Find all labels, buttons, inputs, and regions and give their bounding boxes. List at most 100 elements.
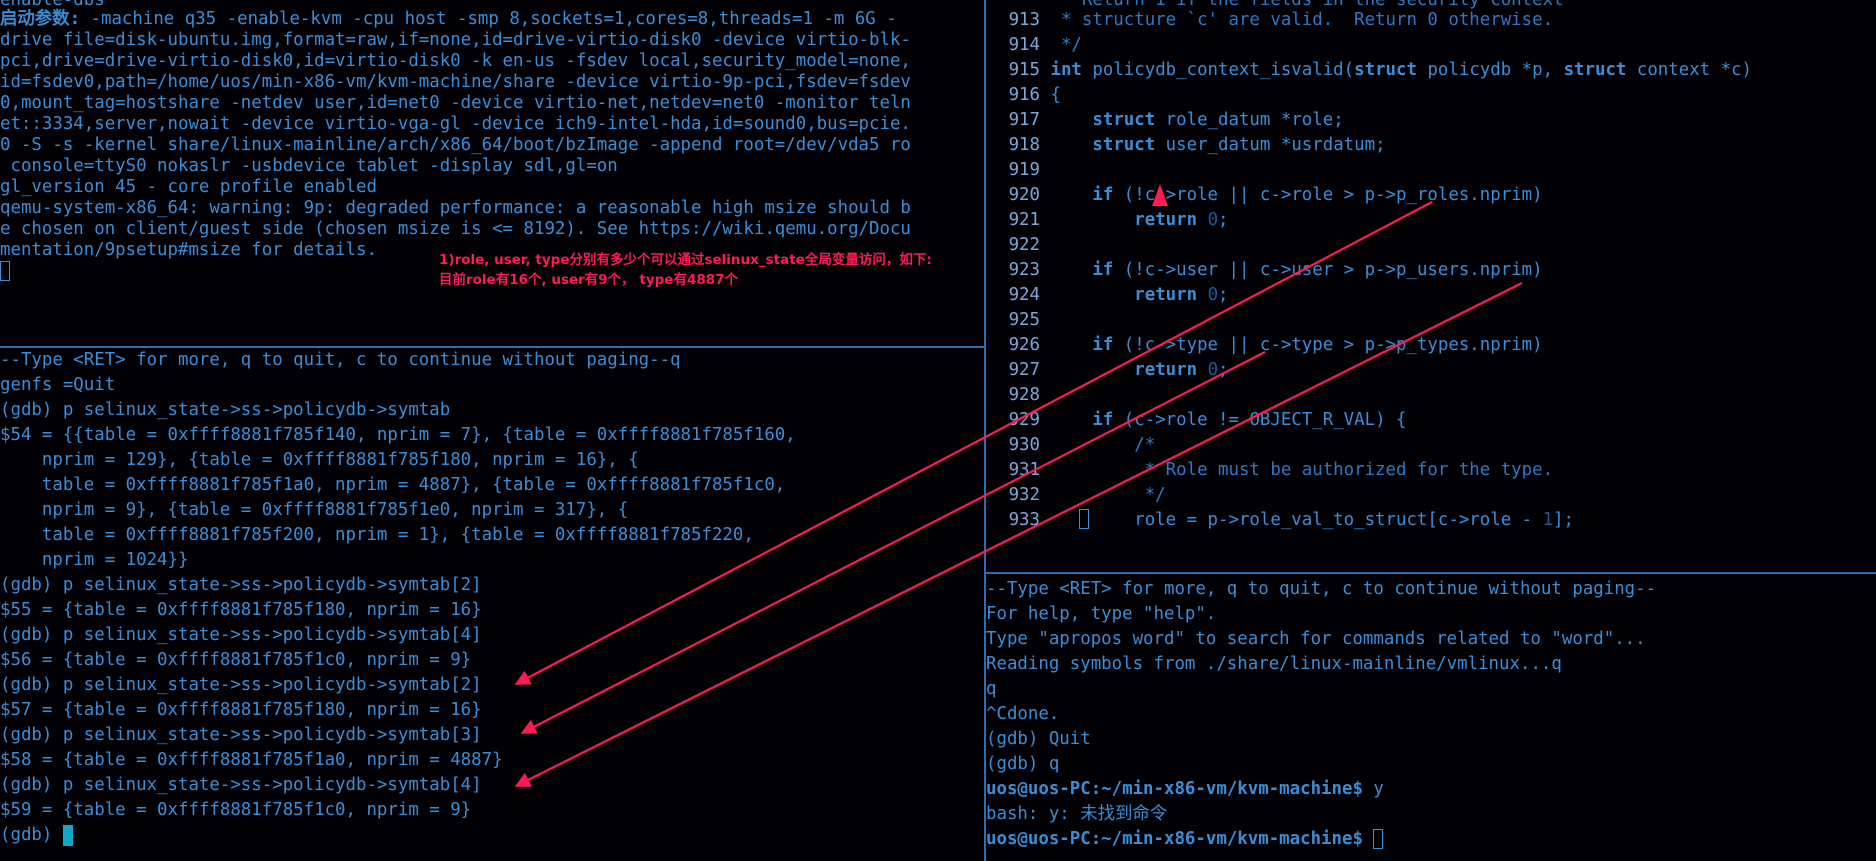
gdb-command-line: (gdb) p selinux_state->ss->policydb->sym…	[0, 725, 482, 745]
code-line: 918 struct user_datum *usrdatum;	[986, 133, 1876, 158]
code-text: /*	[1050, 435, 1156, 455]
code-line: 932 */	[986, 483, 1876, 508]
gdb-output-line: table = 0xffff8881f785f200, nprim = 1}, …	[0, 525, 754, 545]
gdb-output-line: nprim = 129}, {table = 0xffff8881f785f18…	[0, 450, 639, 470]
gdb-output-line: nprim = 1024}}	[0, 550, 189, 570]
gdb-output-line: nprim = 9}, {table = 0xffff8881f785f1e0,…	[0, 500, 629, 520]
shell-prompt-line: uos@uos-PC:~/min-x86-vm/kvm-machine$ y	[986, 779, 1384, 799]
line-number: 914	[1008, 35, 1040, 55]
code-text: struct user_datum *usrdatum;	[1092, 135, 1386, 155]
line-number: 930	[1008, 435, 1040, 455]
code-text: return 0;	[1134, 210, 1229, 230]
terminal-line: (gdb) q	[986, 754, 1060, 774]
terminal-pane-qemu[interactable]: enable-dbs 启动参数: -machine q35 -enable-kv…	[0, 0, 984, 346]
terminal-pane-source-code[interactable]: 912 * Return 1 if the fields in the secu…	[986, 0, 1876, 572]
terminal-cursor	[1373, 829, 1384, 849]
code-line: 931 * Role must be authorized for the ty…	[986, 458, 1876, 483]
line-number: 929	[1008, 410, 1040, 430]
code-line: 925	[986, 308, 1876, 333]
code-text: if (!c->role || c->role > p->p_roles.npr…	[1092, 185, 1543, 205]
gdb-command-line: (gdb) p selinux_state->ss->policydb->sym…	[0, 400, 451, 420]
line-number: 922	[1008, 235, 1040, 255]
gdb-output-line: $54 = {{table = 0xffff8881f785f140, npri…	[0, 425, 796, 445]
code-text: */	[1050, 35, 1082, 55]
code-line: 914 */	[986, 33, 1876, 58]
code-text: * structure `c' are valid. Return 0 othe…	[1050, 10, 1554, 30]
terminal-line: (gdb) Quit	[986, 729, 1091, 749]
line-number: 932	[1008, 485, 1040, 505]
terminal-line: --Type <RET> for more, q to quit, c to c…	[0, 350, 681, 370]
gdb-command-line: (gdb) p selinux_state->ss->policydb->sym…	[0, 675, 482, 695]
code-text: if (!c->user || c->user > p->p_users.npr…	[1092, 260, 1543, 280]
code-line: 922	[986, 233, 1876, 258]
shell-prompt-user: uos@uos-PC	[986, 779, 1091, 799]
terminal-line: Type "apropos word" to search for comman…	[986, 629, 1646, 649]
shell-prompt-path: :~/min-x86-vm/kvm-machine$	[1090, 779, 1363, 799]
code-text: struct role_datum *role;	[1092, 110, 1344, 130]
gdb-output-line: $57 = {table = 0xffff8881f785f180, nprim…	[0, 700, 482, 720]
terminal-line: bash: y: 未找到命令	[986, 804, 1168, 824]
gdb-output-line: $59 = {table = 0xffff8881f785f1c0, nprim…	[0, 800, 472, 820]
line-number: 920	[1008, 185, 1040, 205]
startup-params-label: 启动参数:	[0, 9, 81, 29]
shell-prompt-path: :~/min-x86-vm/kvm-machine$	[1090, 829, 1363, 849]
code-line: 924 return 0;	[986, 283, 1876, 308]
code-line: 928	[986, 383, 1876, 408]
terminal-line: genfs =Quit	[0, 375, 116, 395]
gdb-output-line: $58 = {table = 0xffff8881f785f1a0, nprim…	[0, 750, 503, 770]
gdb-command-line: (gdb) p selinux_state->ss->policydb->sym…	[0, 775, 482, 795]
shell-prompt-user: uos@uos-PC	[986, 829, 1091, 849]
gdb-output-line: table = 0xffff8881f785f1a0, nprim = 4887…	[0, 475, 786, 495]
gdb-command-line: (gdb) p selinux_state->ss->policydb->sym…	[0, 625, 482, 645]
terminal-pane-shell[interactable]: --Type <RET> for more, q to quit, c to c…	[986, 574, 1876, 861]
gdb-output-line: $56 = {table = 0xffff8881f785f1c0, nprim…	[0, 650, 472, 670]
gdb-prompt: (gdb)	[0, 825, 63, 845]
code-text: if (!c->type || c->type > p->p_types.npr…	[1092, 335, 1543, 355]
line-number: 915	[1008, 60, 1040, 80]
line-number: 918	[1008, 135, 1040, 155]
terminal-cursor	[62, 824, 73, 846]
gdb-output-line: $55 = {table = 0xffff8881f785f180, nprim…	[0, 600, 482, 620]
code-line: 929 if (c->role != OBJECT_R_VAL) {	[986, 408, 1876, 433]
line-number: 921	[1008, 210, 1040, 230]
terminal-line: --Type <RET> for more, q to quit, c to c…	[986, 579, 1657, 599]
code-line: 930 /*	[986, 433, 1876, 458]
line-number: 926	[1008, 335, 1040, 355]
line-number: 927	[1008, 360, 1040, 380]
code-line: 919	[986, 158, 1876, 183]
terminal-cursor	[0, 261, 10, 281]
terminal-line: ^Cdone.	[986, 704, 1060, 724]
code-text: return 0;	[1134, 285, 1229, 305]
line-number: 928	[1008, 385, 1040, 405]
editor-cursor	[1079, 509, 1089, 529]
code-line: 927 return 0;	[986, 358, 1876, 383]
terminal-pane-gdb-left[interactable]: --Type <RET> for more, q to quit, c to c…	[0, 348, 984, 861]
line-number: 916	[1008, 85, 1040, 105]
gdb-command-line: (gdb) p selinux_state->ss->policydb->sym…	[0, 575, 482, 595]
code-line: 917 struct role_datum *role;	[986, 108, 1876, 133]
code-line: 920 if (!c->role || c->role > p->p_roles…	[986, 183, 1876, 208]
code-text: if (c->role != OBJECT_R_VAL) {	[1092, 410, 1407, 430]
line-number: 924	[1008, 285, 1040, 305]
line-number: 925	[1008, 310, 1040, 330]
line-number: 919	[1008, 160, 1040, 180]
line-number: 917	[1008, 110, 1040, 130]
terminal-line: For help, type "help".	[986, 604, 1217, 624]
code-text: */	[1050, 485, 1166, 505]
code-line: 921 return 0;	[986, 208, 1876, 233]
code-text: * Role must be authorized for the type.	[1050, 460, 1554, 480]
terminal-line: Reading symbols from ./share/linux-mainl…	[986, 654, 1562, 674]
annotation-note: 1)role, user, type分别有多少个可以通过selinux_stat…	[439, 252, 932, 288]
code-text: return 0;	[1134, 360, 1229, 380]
shell-prompt-line[interactable]: uos@uos-PC:~/min-x86-vm/kvm-machine$	[986, 827, 1876, 852]
code-line: 916 {	[986, 83, 1876, 108]
line-number: 931	[1008, 460, 1040, 480]
code-line: 915 int policydb_context_isvalid(struct …	[986, 58, 1876, 83]
code-line: 926 if (!c->type || c->type > p->p_types…	[986, 333, 1876, 358]
code-cursor-line	[986, 507, 1876, 532]
line-number: 923	[1008, 260, 1040, 280]
gdb-prompt-line[interactable]: (gdb)	[0, 823, 984, 848]
terminal-line: q	[986, 679, 997, 699]
code-text: int policydb_context_isvalid(struct poli…	[1050, 60, 1753, 80]
code-line: 913 * structure `c' are valid. Return 0 …	[986, 8, 1876, 33]
